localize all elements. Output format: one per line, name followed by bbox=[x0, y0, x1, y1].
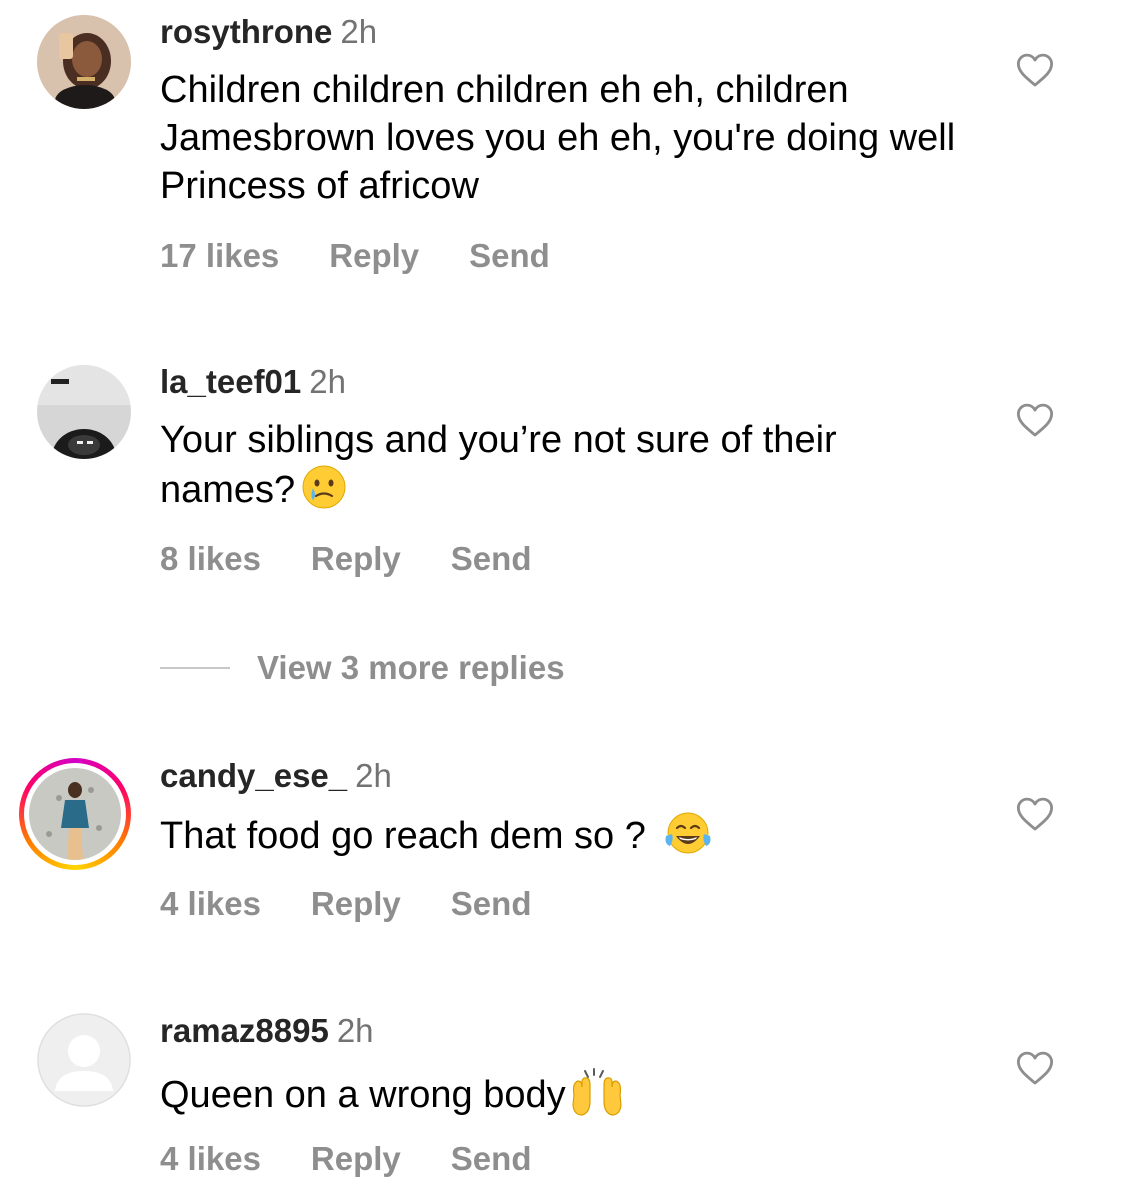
avatar-story-ring[interactable] bbox=[19, 758, 131, 870]
comment-meta: rosythrone 2h bbox=[160, 12, 377, 52]
comment-text-content: Your siblings and you’re not sure of the… bbox=[160, 419, 837, 511]
comment-actions: 4 likes Reply Send bbox=[160, 884, 531, 924]
heart-icon[interactable] bbox=[1016, 52, 1054, 88]
timestamp: 2h bbox=[340, 13, 378, 50]
comment-text: That food go reach dem so ? bbox=[160, 810, 980, 860]
view-replies-label[interactable]: View 3 more replies bbox=[257, 648, 565, 688]
comment-text: Children children children eh eh, childr… bbox=[160, 69, 956, 207]
send-button[interactable]: Send bbox=[469, 236, 550, 276]
comment-text-content: That food go reach dem so ? bbox=[160, 815, 657, 857]
avatar[interactable] bbox=[37, 365, 131, 459]
username[interactable]: ramaz8895 bbox=[160, 1012, 329, 1049]
username[interactable]: rosythrone bbox=[160, 13, 332, 50]
heart-icon[interactable] bbox=[1016, 796, 1054, 832]
reply-button[interactable]: Reply bbox=[311, 1139, 401, 1179]
timestamp: 2h bbox=[355, 757, 392, 794]
send-button[interactable]: Send bbox=[451, 1139, 532, 1179]
comment-meta: la_teef01 2h bbox=[160, 362, 346, 402]
comment-meta: candy_ese_ 2h bbox=[160, 756, 392, 796]
heart-icon[interactable] bbox=[1016, 1050, 1054, 1086]
comment-text: Your siblings and you’re not sure of the… bbox=[160, 416, 980, 514]
crying-face-emoji bbox=[302, 465, 346, 509]
replies-divider-line bbox=[160, 667, 230, 669]
heart-icon[interactable] bbox=[1016, 402, 1054, 438]
avatar[interactable] bbox=[37, 1013, 131, 1107]
reply-button[interactable]: Reply bbox=[311, 884, 401, 924]
timestamp: 2h bbox=[309, 363, 346, 400]
reply-button[interactable]: Reply bbox=[329, 236, 419, 276]
raising-hands-emoji bbox=[572, 1068, 622, 1116]
avatar bbox=[29, 768, 121, 860]
reply-button[interactable]: Reply bbox=[311, 539, 401, 579]
profile-photo bbox=[37, 365, 131, 459]
comment-meta: ramaz8895 2h bbox=[160, 1011, 374, 1051]
likes-count[interactable]: 4 likes bbox=[160, 1139, 261, 1179]
comment-actions: 4 likes Reply Send bbox=[160, 1139, 531, 1179]
profile-photo bbox=[29, 768, 121, 860]
timestamp: 2h bbox=[336, 1012, 374, 1049]
comment-text: Queen on a wrong body bbox=[160, 1065, 980, 1119]
send-button[interactable]: Send bbox=[451, 884, 532, 924]
comment-actions: 17 likes Reply Send bbox=[160, 236, 550, 276]
likes-count[interactable]: 17 likes bbox=[160, 236, 279, 276]
send-button[interactable]: Send bbox=[451, 539, 532, 579]
comment-text-content: Queen on a wrong body bbox=[160, 1074, 566, 1116]
username[interactable]: candy_ese_ bbox=[160, 757, 347, 794]
username[interactable]: la_teef01 bbox=[160, 363, 301, 400]
likes-count[interactable]: 8 likes bbox=[160, 539, 261, 579]
likes-count[interactable]: 4 likes bbox=[160, 884, 261, 924]
tears-of-joy-emoji bbox=[665, 812, 711, 854]
default-avatar-icon bbox=[37, 1013, 131, 1107]
comment-actions: 8 likes Reply Send bbox=[160, 539, 531, 579]
profile-photo bbox=[37, 15, 131, 109]
avatar[interactable] bbox=[37, 15, 131, 109]
